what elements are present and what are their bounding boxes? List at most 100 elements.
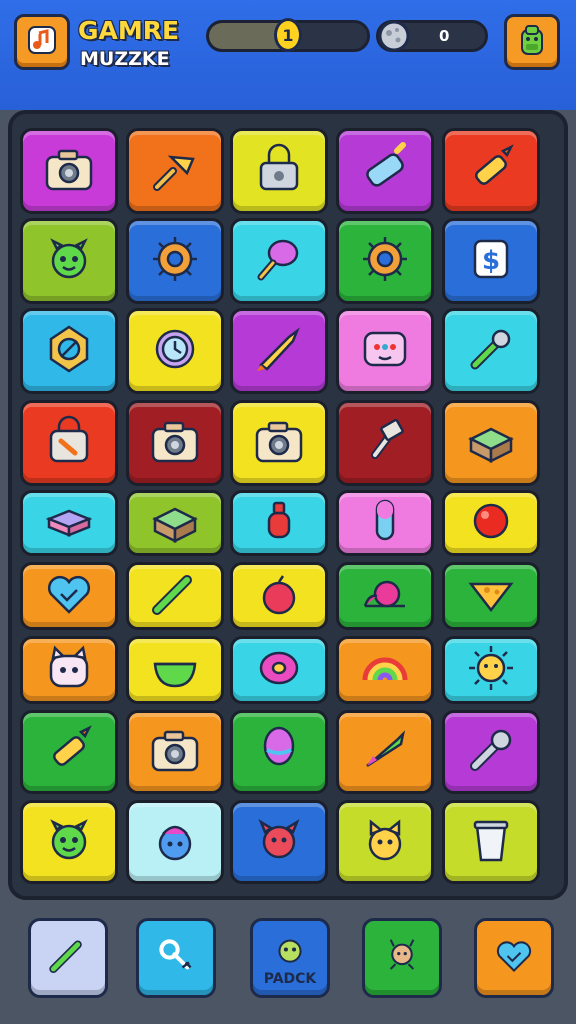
green-monster-icon [37, 227, 101, 295]
board-tile[interactable] [442, 562, 540, 630]
svg-text:$: $ [482, 246, 500, 276]
board-tile[interactable] [230, 400, 328, 486]
board-tile[interactable] [336, 800, 434, 884]
cheese-icon [459, 562, 523, 630]
board-tile[interactable] [336, 128, 434, 214]
board-tile[interactable] [336, 400, 434, 486]
gear-icon [353, 227, 417, 295]
board-tile[interactable] [336, 218, 434, 304]
board-tile[interactable] [230, 308, 328, 394]
board-tile[interactable] [126, 308, 224, 394]
camera-icon [247, 409, 311, 477]
crayon-icon [459, 137, 523, 205]
board-tile[interactable] [126, 400, 224, 486]
board-tile[interactable] [230, 710, 328, 794]
music-button[interactable] [14, 14, 70, 70]
key-icon [150, 930, 202, 986]
heart-icon [488, 930, 540, 986]
board-tile[interactable] [230, 128, 328, 214]
moon-count: 0 [439, 27, 450, 45]
board-tile[interactable] [442, 308, 540, 394]
red-devil-icon [247, 808, 311, 876]
board-tile[interactable] [230, 562, 328, 630]
board-tile[interactable] [442, 128, 540, 214]
hammer-icon [353, 409, 417, 477]
bottom-tool-button[interactable] [474, 918, 554, 998]
bottom-tool-button[interactable] [362, 918, 442, 998]
board-tile[interactable] [336, 636, 434, 704]
balloon-icon [247, 718, 311, 786]
board-tile[interactable] [126, 562, 224, 630]
board-tile[interactable] [20, 308, 118, 394]
blue-monster-icon [143, 808, 207, 876]
board-tile[interactable] [126, 490, 224, 556]
carrot-icon [353, 718, 417, 786]
capsule-icon [353, 489, 417, 557]
board-tile[interactable] [336, 562, 434, 630]
pencil-icon [42, 930, 94, 986]
dollar-icon: $ [459, 227, 523, 295]
board-tile[interactable] [20, 218, 118, 304]
board-tile[interactable] [126, 710, 224, 794]
logo-line2: MUZZKE [80, 48, 170, 70]
board-tile[interactable] [20, 562, 118, 630]
board-tile[interactable] [126, 128, 224, 214]
rainbow-icon [353, 636, 417, 704]
board-tile[interactable] [20, 710, 118, 794]
board-tile[interactable] [230, 218, 328, 304]
green-monster-icon [37, 808, 101, 876]
moon-icon [376, 18, 412, 58]
battery-icon [353, 137, 417, 205]
board-tile[interactable] [336, 710, 434, 794]
bottom-tool-label: PADCK [263, 971, 317, 987]
music-note-icon [25, 23, 59, 61]
board-tile[interactable] [126, 218, 224, 304]
board-tile[interactable] [442, 400, 540, 486]
board-tile[interactable] [336, 490, 434, 556]
donut-icon [247, 636, 311, 704]
cat-icon [37, 636, 101, 704]
bag-icon [37, 409, 101, 477]
board-tile[interactable] [230, 636, 328, 704]
wrench-icon [459, 317, 523, 385]
box-icon [459, 409, 523, 477]
board-tile[interactable] [20, 490, 118, 556]
deer-icon [376, 930, 428, 986]
board-tile[interactable] [20, 400, 118, 486]
bottom-tool-button[interactable]: PADCK [250, 918, 330, 998]
padlock-icon [247, 137, 311, 205]
level-number: 1 [282, 25, 294, 45]
apple-icon [247, 562, 311, 630]
board-tile[interactable] [126, 800, 224, 884]
camera-icon [143, 409, 207, 477]
board-tile[interactable] [442, 800, 540, 884]
snail-icon [353, 562, 417, 630]
board-tile[interactable] [20, 636, 118, 704]
bowl-icon [143, 636, 207, 704]
board-tile[interactable] [20, 800, 118, 884]
game-board: $ [8, 110, 568, 900]
potion-icon [247, 489, 311, 557]
book-icon [37, 489, 101, 557]
level-coin-badge: 1 [274, 18, 302, 52]
board-tile[interactable] [336, 308, 434, 394]
box-icon [143, 489, 207, 557]
brush-icon [143, 137, 207, 205]
robot-arm-icon [459, 718, 523, 786]
board-tile[interactable] [230, 800, 328, 884]
gear-icon [143, 227, 207, 295]
board-tile[interactable] [442, 490, 540, 556]
board-tile[interactable] [20, 128, 118, 214]
bottom-tool-button[interactable] [136, 918, 216, 998]
bottom-tool-button[interactable] [28, 918, 108, 998]
board-tile[interactable] [126, 636, 224, 704]
board-tile[interactable] [442, 710, 540, 794]
top-bar: GAMRE MUZZKE 1 0 [0, 0, 576, 110]
sun-icon [459, 636, 523, 704]
board-tile[interactable]: $ [442, 218, 540, 304]
board-tile[interactable] [230, 490, 328, 556]
board-tile[interactable] [442, 636, 540, 704]
shop-button[interactable] [504, 14, 560, 70]
ball-icon [459, 489, 523, 557]
crayon-icon [37, 718, 101, 786]
